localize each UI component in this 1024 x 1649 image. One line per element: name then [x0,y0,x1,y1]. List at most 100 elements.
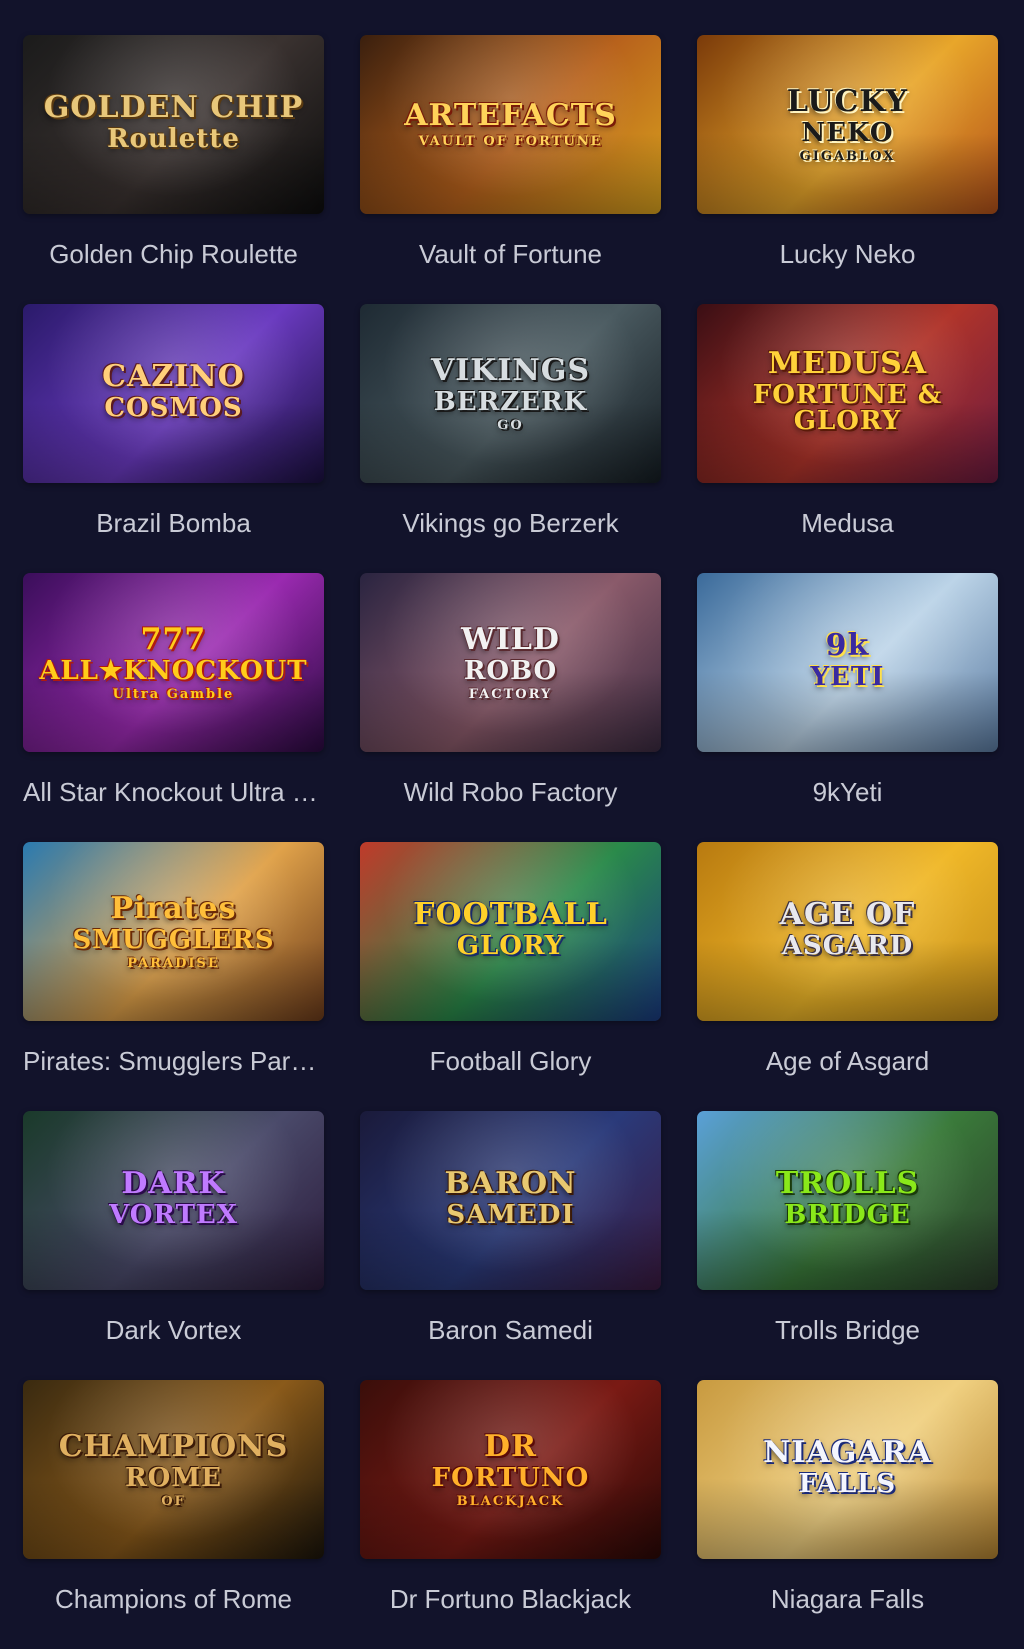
game-tile-champions-of-rome[interactable]: CHAMPIONS ROME OF Champions of Rome [23,1380,324,1649]
game-logo: LUCKY NEKO GIGABLOX [777,83,918,163]
game-tile-pirates-smugglers-paradise[interactable]: Pirates SMUGGLERS PARADISE Pirates: Smuggle… [23,842,324,1111]
game-logo-line: BRIDGE [784,1200,911,1230]
game-thumbnail[interactable]: GOLDEN CHIP Roulette [23,35,324,214]
game-logo-line: Pirates [110,890,237,926]
game-logo-line: SAMEDI [446,1200,575,1230]
game-tile-dr-fortuno-blackjack[interactable]: DR FORTUNO BLACKJACK Dr Fortuno Blackjack [360,1380,661,1649]
game-logo: 9k YETI [801,631,895,694]
game-logo: WILD ROBO FACTORY [451,621,570,702]
game-tile-baron-samedi[interactable]: BARON SAMEDI Baron Samedi [360,1111,661,1380]
game-logo-line: ARTEFACTS [404,98,617,133]
game-thumbnail[interactable]: MEDUSA FORTUNE & GLORY [697,304,998,483]
game-thumbnail[interactable]: 9k YETI [697,573,998,752]
game-logo-line: PARADISE [127,955,220,971]
game-title[interactable]: Champions of Rome [23,1584,324,1615]
game-tile-niagara-falls[interactable]: NIAGARA FALLS Niagara Falls [697,1380,998,1649]
game-title[interactable]: 9kYeti [697,777,998,808]
game-logo-line: AGE OF [779,897,916,932]
game-logo: CHAMPIONS ROME OF [49,1428,299,1509]
game-logo: CAZINO COSMOS [92,362,255,425]
game-title[interactable]: Dark Vortex [23,1315,324,1346]
game-tile-all-star-knockout[interactable]: 777 ALL★KNOCKOUT Ultra Gamble All Star Knoc… [23,573,324,842]
game-logo-line: GLORY [456,931,565,961]
game-logo-line: SMUGGLERS [72,924,275,955]
game-logo-line: OF [161,1493,186,1509]
game-title[interactable]: Trolls Bridge [697,1315,998,1346]
game-tile-9k-yeti[interactable]: 9k YETI 9kYeti [697,573,998,842]
game-thumbnail[interactable]: FOOTBALL GLORY [360,842,661,1021]
game-title[interactable]: Niagara Falls [697,1584,998,1615]
game-logo-line: COSMOS [104,393,243,423]
game-thumbnail[interactable]: VIKINGS BERZERK GO [360,304,661,483]
game-thumbnail[interactable]: WILD ROBO FACTORY [360,573,661,752]
game-logo-line: ROBO [463,655,558,686]
game-title[interactable]: All Star Knockout Ultra Gamble [23,777,324,808]
game-thumbnail[interactable]: ARTEFACTS VAULT OF FORTUNE [360,35,661,214]
game-title[interactable]: Vault of Fortune [360,239,661,270]
game-logo-line: FORTUNO [431,1462,590,1493]
game-thumbnail[interactable]: BARON SAMEDI [360,1111,661,1290]
game-logo-line: DR [484,1428,537,1464]
game-thumbnail[interactable]: DR FORTUNO BLACKJACK [360,1380,661,1559]
game-thumbnail[interactable]: CAZINO COSMOS [23,304,324,483]
game-thumbnail[interactable]: NIAGARA FALLS [697,1380,998,1559]
game-logo-line: VIKINGS [430,352,591,388]
game-logo-line: FACTORY [468,686,553,702]
game-title[interactable]: Age of Asgard [697,1046,998,1077]
game-logo: GOLDEN CHIP Roulette [34,93,313,156]
game-tile-brazil-bomba[interactable]: CAZINO COSMOS Brazil Bomba [23,304,324,573]
game-logo-line: TROLLS [775,1166,920,1201]
game-logo-line: ALL★KNOCKOUT [39,655,308,686]
game-logo-line: CHAMPIONS [58,1428,289,1464]
game-grid: GOLDEN CHIP Roulette Golden Chip Roulette A… [0,0,1024,1641]
game-tile-medusa[interactable]: MEDUSA FORTUNE & GLORY Medusa [697,304,998,573]
game-logo-line: BERZERK [433,386,588,417]
game-logo-line: BLACKJACK [456,1493,565,1509]
game-title[interactable]: Lucky Neko [697,239,998,270]
game-logo-line: GO [497,417,524,433]
game-logo-line: YETI [810,662,885,692]
game-tile-golden-chip-roulette[interactable]: GOLDEN CHIP Roulette Golden Chip Roulette [23,35,324,304]
game-title[interactable]: Medusa [697,508,998,539]
game-tile-vault-of-fortune[interactable]: ARTEFACTS VAULT OF FORTUNE Vault of Fortun… [360,35,661,304]
game-logo-line: FORTUNE & GLORY [752,380,943,436]
game-logo-line: WILD [461,621,560,657]
game-tile-age-of-asgard[interactable]: AGE OF ASGARD Age of Asgard [697,842,998,1111]
game-title[interactable]: Football Glory [360,1046,661,1077]
game-thumbnail[interactable]: LUCKY NEKO GIGABLOX [697,35,998,214]
game-logo-line: FALLS [798,1469,897,1499]
game-title[interactable]: Baron Samedi [360,1315,661,1346]
game-logo-line: 777 [140,621,207,657]
game-logo-line: Ultra Gamble [112,686,235,702]
game-logo-line: VAULT OF FORTUNE [418,134,603,149]
game-title[interactable]: Dr Fortuno Blackjack [360,1584,661,1615]
game-tile-vikings-go-berzerk[interactable]: VIKINGS BERZERK GO Vikings go Berzerk [360,304,661,573]
game-thumbnail[interactable]: DARK VORTEX [23,1111,324,1290]
game-title[interactable]: Pirates: Smugglers Paradise [23,1046,324,1077]
game-tile-trolls-bridge[interactable]: TROLLS BRIDGE Trolls Bridge [697,1111,998,1380]
game-tile-lucky-neko[interactable]: LUCKY NEKO GIGABLOX Lucky Neko [697,35,998,304]
game-logo-line: DARK [121,1166,226,1201]
game-logo-line: LUCKY [786,83,909,119]
game-logo: BARON SAMEDI [434,1169,586,1232]
game-tile-dark-vortex[interactable]: DARK VORTEX Dark Vortex [23,1111,324,1380]
game-logo-line: FOOTBALL [413,897,608,932]
game-title[interactable]: Brazil Bomba [23,508,324,539]
game-thumbnail[interactable]: CHAMPIONS ROME OF [23,1380,324,1559]
game-logo: 777 ALL★KNOCKOUT Ultra Gamble [29,621,317,702]
game-thumbnail[interactable]: Pirates SMUGGLERS PARADISE [23,842,324,1021]
game-thumbnail[interactable]: 777 ALL★KNOCKOUT Ultra Gamble [23,573,324,752]
game-tile-football-glory[interactable]: FOOTBALL GLORY Football Glory [360,842,661,1111]
game-thumbnail[interactable]: AGE OF ASGARD [697,842,998,1021]
game-tile-wild-robo-factory[interactable]: WILD ROBO FACTORY Wild Robo Factory [360,573,661,842]
game-logo-line: MEDUSA [767,346,928,381]
game-thumbnail[interactable]: TROLLS BRIDGE [697,1111,998,1290]
game-logo-line: CAZINO [102,359,245,394]
game-logo: Pirates SMUGGLERS PARADISE [62,890,284,971]
game-title[interactable]: Wild Robo Factory [360,777,661,808]
game-logo: NIAGARA FALLS [753,1438,942,1501]
game-logo: FOOTBALL GLORY [403,900,618,963]
game-logo: ARTEFACTS VAULT OF FORTUNE [394,98,627,149]
game-title[interactable]: Vikings go Berzerk [360,508,661,539]
game-title[interactable]: Golden Chip Roulette [23,239,324,270]
